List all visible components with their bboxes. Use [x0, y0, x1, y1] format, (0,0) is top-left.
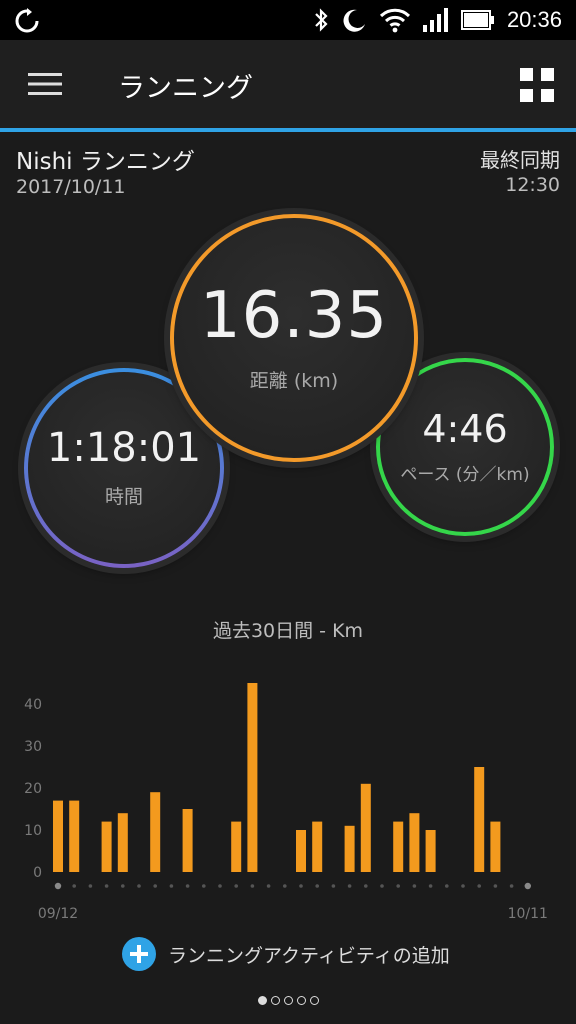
add-activity-button[interactable]: ランニングアクティビティの追加 — [122, 936, 450, 972]
x-end-label: 10/11 — [508, 906, 548, 922]
x-axis-day-dot — [137, 884, 141, 888]
x-start-label: 09/12 — [38, 906, 78, 922]
last-sync-label: 最終同期 — [480, 148, 560, 172]
x-axis-day-dot — [54, 882, 62, 890]
page-dot[interactable] — [257, 996, 267, 1005]
x-axis-day-dot — [331, 884, 336, 888]
page-indicator — [0, 996, 576, 1005]
page-dot[interactable] — [296, 996, 306, 1005]
chart-bar[interactable] — [425, 830, 436, 872]
x-axis-day-dot — [524, 882, 531, 890]
chart-bar[interactable] — [312, 821, 323, 872]
chart-bar[interactable] — [231, 821, 242, 872]
x-axis-day-dot — [380, 884, 384, 888]
x-axis-day-dot — [121, 884, 125, 888]
x-axis-day-dot — [315, 884, 320, 888]
x-axis-day-dot — [461, 884, 465, 888]
activity-date: 2017/10/11 — [16, 176, 126, 198]
time-label: 時間 — [104, 485, 143, 508]
x-axis-day-dot — [185, 884, 190, 888]
chart-bar[interactable] — [490, 821, 501, 872]
signal-icon — [422, 8, 448, 32]
x-axis-day-dot — [477, 884, 482, 888]
x-axis-day-dot — [234, 884, 238, 888]
x-axis-day-dot — [493, 884, 498, 888]
distance-stat-circle[interactable]: 16.35 距離 (km) — [170, 214, 418, 462]
chart-bar[interactable] — [53, 800, 63, 872]
x-axis-day-dot — [283, 884, 287, 888]
chart-bar[interactable] — [393, 821, 404, 872]
x-axis-day-dot — [445, 884, 449, 888]
wifi-icon — [379, 8, 410, 33]
chart-bar[interactable] — [474, 767, 485, 872]
hamburger-menu-icon[interactable] — [28, 70, 62, 98]
distance-label: 距離 (km) — [249, 369, 339, 392]
chart-bar[interactable] — [296, 830, 306, 872]
y-tick-label: 10 — [24, 823, 42, 839]
chart-bar[interactable] — [409, 813, 420, 872]
x-axis-day-dot — [299, 884, 303, 888]
chart-bar[interactable] — [344, 825, 355, 872]
x-axis-day-dot — [88, 884, 93, 888]
x-axis-day-dot — [509, 884, 514, 888]
y-tick-label: 30 — [24, 739, 42, 755]
x-axis-day-dot — [104, 884, 109, 888]
battery-icon — [460, 10, 494, 30]
pace-value: 4:46 — [422, 406, 508, 451]
x-axis-day-dot — [218, 884, 222, 888]
add-activity-label: ランニングアクティビティの追加 — [168, 944, 450, 967]
moon-icon — [343, 9, 365, 32]
x-axis-day-dot — [347, 884, 352, 888]
page-dot[interactable] — [283, 996, 293, 1005]
page-title: ランニング — [118, 73, 253, 104]
y-tick-label: 0 — [33, 865, 42, 881]
chart-bar[interactable] — [117, 813, 128, 872]
x-axis-day-dot — [72, 884, 76, 888]
status-icons: 20:36 — [313, 0, 562, 40]
add-circle-icon — [122, 937, 156, 971]
chart-bar[interactable] — [247, 683, 258, 872]
distance-bar-chart[interactable]: 0 10 20 30 40 09/12 10/11 — [0, 660, 576, 930]
chart-bar[interactable] — [69, 800, 80, 872]
chart-bar[interactable] — [360, 783, 371, 872]
activity-name: Nishi ランニング — [16, 149, 195, 175]
last-sync-time: 12:30 — [505, 174, 560, 196]
page-dot[interactable] — [309, 996, 319, 1005]
time-value: 1:18:01 — [46, 424, 202, 471]
bluetooth-icon — [315, 8, 328, 32]
y-tick-label: 40 — [24, 697, 42, 713]
chart-bar[interactable] — [150, 792, 161, 872]
x-axis-day-dot — [153, 884, 157, 888]
chart-bar[interactable] — [182, 809, 193, 872]
x-axis-day-dot — [202, 884, 206, 888]
x-axis-day-dot — [169, 884, 174, 888]
chart-bar[interactable] — [101, 821, 112, 872]
grid-view-icon[interactable] — [520, 68, 554, 102]
x-axis-day-dot — [412, 884, 417, 888]
sync-icon — [15, 8, 39, 33]
x-axis-day-dot — [396, 884, 401, 888]
status-time: 20:36 — [506, 7, 562, 32]
status-bar: 20:36 — [0, 0, 576, 40]
y-tick-label: 20 — [24, 781, 42, 797]
x-axis-day-dot — [364, 884, 368, 888]
x-axis-day-dot — [428, 884, 433, 888]
chart-title: 過去30日間 - Km — [212, 620, 364, 642]
distance-value: 16.35 — [199, 278, 389, 353]
pace-label: ペース (分／km) — [400, 464, 530, 485]
page-dot[interactable] — [270, 996, 280, 1005]
app-bar: ランニング — [0, 40, 576, 132]
x-axis-day-dot — [250, 884, 255, 888]
x-axis-day-dot — [266, 884, 271, 888]
